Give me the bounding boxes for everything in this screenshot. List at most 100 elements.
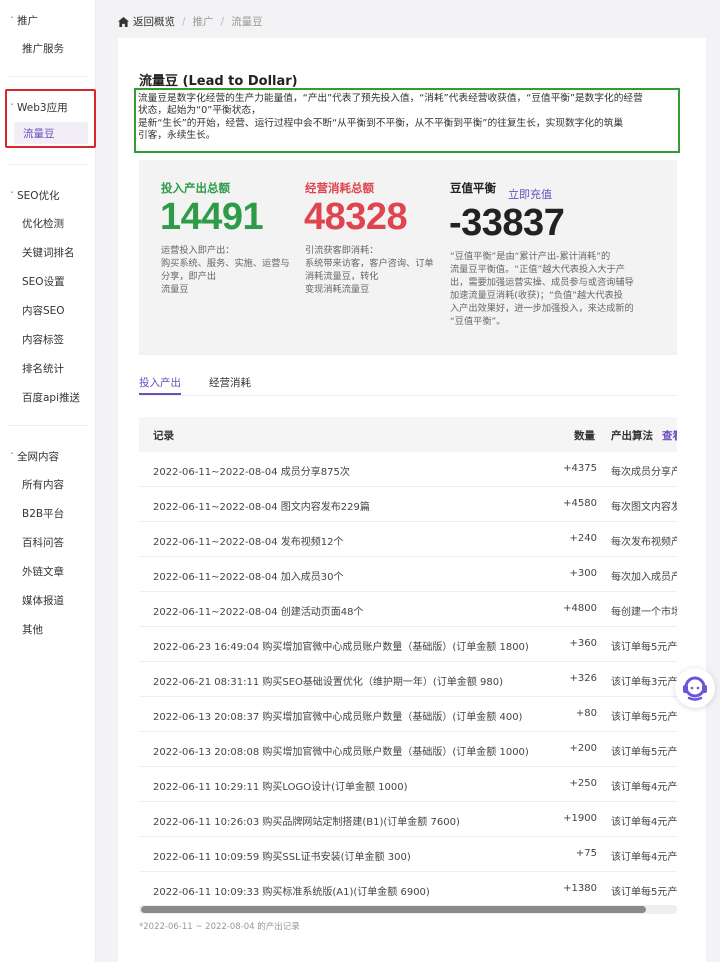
table-row: 2022-06-11 10:26:03 购买品牌网站定制搭建(B1)(订单金额 …: [139, 802, 677, 837]
breadcrumb-current: 流量豆: [231, 16, 263, 28]
table-row: 2022-06-11~2022-08-04 发布视频12个 +240 每次发布视频产: [139, 522, 677, 557]
th-qty: 数量: [574, 430, 595, 442]
tab-consumption[interactable]: 经营消耗: [209, 375, 251, 390]
cell-qty: +80: [575, 708, 597, 719]
balance-desc: “豆值平衡”是由“累计产出-累计消耗”的 流量豆平衡值。“正值”越大代表投入大于…: [450, 251, 634, 327]
th-algo: 产出算法: [611, 430, 653, 442]
sidebar: ˇ 推广 推广服务 ˇ Web3应用 流量豆 ˇ SEO优化 优化检测 关键词排名 S…: [0, 0, 96, 962]
sidebar-item-content-tags[interactable]: 内容标签: [22, 332, 64, 347]
tab-underline-track: [139, 395, 677, 396]
cell-algo: 该订单每5元产: [611, 712, 677, 723]
chevron-down-icon: ˇ: [10, 191, 14, 200]
balance-value: -33837: [449, 202, 565, 244]
customer-service-icon: [683, 676, 707, 701]
topup-link[interactable]: 立即充值: [508, 186, 552, 202]
cell-qty: +1380: [563, 883, 597, 894]
table-row: 2022-06-23 16:49:04 购买增加官微中心成员账户数量（基础版）(…: [139, 627, 677, 662]
cell-record: 2022-06-11~2022-08-04 发布视频12个: [153, 537, 344, 548]
sidebar-group-seo[interactable]: ˇ SEO优化: [10, 188, 60, 203]
cell-algo: 每次图文内容发: [611, 502, 677, 513]
table-row: 2022-06-11~2022-08-04 图文内容发布229篇 +4580 每次图…: [139, 487, 677, 522]
cell-algo: 每次成员分享产: [611, 467, 677, 478]
cell-record: 2022-06-11~2022-08-04 成员分享875次: [153, 467, 350, 478]
cell-algo: 该订单每5元产: [611, 747, 677, 758]
sidebar-item-baidu-api[interactable]: 百度api推送: [22, 390, 80, 405]
cell-record: 2022-06-11~2022-08-04 创建活动页面48个: [153, 607, 364, 618]
table-footnote: *2022-06-11 ~ 2022-08-04 的产出记录: [139, 922, 300, 932]
sidebar-item-keyword-rank[interactable]: 关键词排名: [22, 245, 75, 260]
cell-record: 2022-06-11 10:26:03 购买品牌网站定制搭建(B1)(订单金额 …: [153, 817, 460, 828]
cell-algo: 每次加入成员产: [611, 572, 677, 583]
sidebar-item-seo-check[interactable]: 优化检测: [22, 216, 64, 231]
breadcrumb: 返回概览 / 推广 / 流量豆: [118, 14, 263, 29]
sidebar-divider: [8, 425, 88, 426]
sidebar-item-backlinks[interactable]: 外链文章: [22, 564, 64, 579]
consume-total-value: 48328: [304, 196, 408, 238]
cell-qty: +240: [569, 533, 597, 544]
sidebar-group-all-content[interactable]: ˇ 全网内容: [10, 449, 59, 464]
cell-record: 2022-06-11 10:09:59 购买SSL证书安装(订单金额 300): [153, 852, 411, 863]
breadcrumb-back[interactable]: 返回概览: [133, 14, 175, 29]
breadcrumb-promotion[interactable]: 推广: [193, 14, 214, 29]
home-icon: [118, 16, 129, 27]
table-row: 2022-06-11~2022-08-04 创建活动页面48个 +4800 每创建一…: [139, 592, 677, 627]
page-title: 流量豆 (Lead to Dollar): [139, 74, 298, 89]
cell-qty: +4375: [563, 463, 597, 474]
cell-algo: 每次发布视频产: [611, 537, 677, 548]
cell-record: 2022-06-11~2022-08-04 加入成员30个: [153, 572, 344, 583]
cell-algo: 该订单每5元产: [611, 887, 677, 898]
scrollbar-thumb[interactable]: [141, 906, 646, 913]
sidebar-item-rank-stats[interactable]: 排名统计: [22, 361, 64, 376]
chevron-down-icon: ˇ: [10, 16, 14, 25]
page-description: 流量豆是数字化经营的生产力能量值，“产出”代表了预先投入值，“消耗”代表经营收获…: [138, 93, 643, 142]
chevron-down-icon: ˇ: [10, 452, 14, 461]
cell-record: 2022-06-11 10:29:11 购买LOGO设计(订单金额 1000): [153, 782, 408, 793]
cell-algo: 该订单每3元产: [611, 677, 677, 688]
th-view[interactable]: 查看: [662, 428, 677, 443]
table-row: 2022-06-21 08:31:11 购买SEO基础设置优化（维护期一年）(订…: [139, 662, 677, 697]
sidebar-group-promotion[interactable]: ˇ 推广: [10, 13, 38, 28]
input-total-desc: 运营投入即产出： 购买系统、服务、实施、运营与 分享，即产出 流量豆: [161, 245, 290, 295]
cell-record: 2022-06-13 20:08:08 购买增加官微中心成员账户数量（基础版）(…: [153, 747, 529, 758]
th-record: 记录: [153, 430, 174, 442]
customer-service-button[interactable]: [675, 668, 715, 708]
input-total-value: 14491: [160, 196, 264, 238]
cell-qty: +360: [569, 638, 597, 649]
tab-active-indicator: [139, 393, 181, 395]
balance-label: 豆值平衡: [450, 181, 496, 195]
tab-input-output[interactable]: 投入产出: [139, 375, 181, 390]
sidebar-item-seo-settings[interactable]: SEO设置: [22, 274, 65, 289]
cell-record: 2022-06-11 10:09:33 购买标准系统版(A1)(订单金额 690…: [153, 887, 430, 898]
table-row: 2022-06-13 20:08:37 购买增加官微中心成员账户数量（基础版）(…: [139, 697, 677, 732]
table-row: 2022-06-11 10:09:59 购买SSL证书安装(订单金额 300) +…: [139, 837, 677, 872]
annotation-red-box: [5, 89, 96, 148]
sidebar-divider: [8, 164, 88, 165]
sidebar-divider: [8, 76, 88, 77]
sidebar-item-all-content[interactable]: 所有内容: [22, 477, 64, 492]
sidebar-item-b2b[interactable]: B2B平台: [22, 506, 64, 521]
consume-total-label: 经营消耗总额: [305, 181, 374, 195]
cell-algo: 该订单每4元产: [611, 817, 677, 828]
cell-qty: +326: [569, 673, 597, 684]
cell-qty: +4800: [563, 603, 597, 614]
cell-qty: +250: [569, 778, 597, 789]
cell-qty: +75: [575, 848, 597, 859]
sidebar-item-content-seo[interactable]: 内容SEO: [22, 303, 65, 318]
cell-record: 2022-06-13 20:08:37 购买增加官微中心成员账户数量（基础版）(…: [153, 712, 523, 723]
cell-qty: +200: [569, 743, 597, 754]
sidebar-item-other[interactable]: 其他: [22, 622, 43, 637]
sidebar-item-qa[interactable]: 百科问答: [22, 535, 64, 550]
table-row: 2022-06-11 10:29:11 购买LOGO设计(订单金额 1000) +…: [139, 767, 677, 802]
cell-record: 2022-06-23 16:49:04 购买增加官微中心成员账户数量（基础版）(…: [153, 642, 529, 653]
cell-record: 2022-06-21 08:31:11 购买SEO基础设置优化（维护期一年）(订…: [153, 677, 503, 688]
sidebar-item-media[interactable]: 媒体报道: [22, 593, 64, 608]
cell-record: 2022-06-11~2022-08-04 图文内容发布229篇: [153, 502, 370, 513]
cell-qty: +4580: [563, 498, 597, 509]
sidebar-item-promotion-service[interactable]: 推广服务: [22, 41, 64, 56]
cell-qty: +300: [569, 568, 597, 579]
table-row: 2022-06-11~2022-08-04 加入成员30个 +300 每次加入成员产: [139, 557, 677, 592]
consume-total-desc: 引流获客即消耗： 系统带来访客，客户咨询、订单 消耗流量豆，转化 变现消耗流量豆: [305, 245, 434, 295]
cell-algo: 该订单每4元产: [611, 852, 677, 863]
table-row: 2022-06-13 20:08:08 购买增加官微中心成员账户数量（基础版）(…: [139, 732, 677, 767]
cell-algo: 该订单每5元产: [611, 642, 677, 653]
